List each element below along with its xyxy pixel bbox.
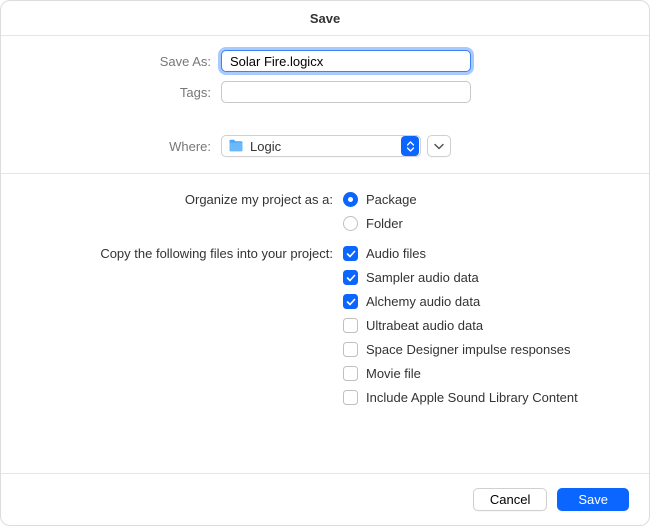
save-as-label: Save As: <box>21 54 221 69</box>
copy-label: Copy the following files into your proje… <box>21 246 343 261</box>
checkbox-movie-file-label: Movie file <box>366 366 421 381</box>
save-as-input[interactable] <box>221 50 471 72</box>
folder-icon <box>228 139 244 153</box>
checkbox-space-designer[interactable] <box>343 342 358 357</box>
where-value: Logic <box>250 139 400 154</box>
checkbox-movie-file[interactable] <box>343 366 358 381</box>
tags-input[interactable] <box>221 81 471 103</box>
tags-label: Tags: <box>21 85 221 100</box>
cancel-button[interactable]: Cancel <box>473 488 547 511</box>
checkbox-sampler-audio-label: Sampler audio data <box>366 270 479 285</box>
checkbox-alchemy-audio-label: Alchemy audio data <box>366 294 480 309</box>
expand-button[interactable] <box>427 135 451 157</box>
dialog-title: Save <box>1 1 649 36</box>
checkbox-audio-files[interactable] <box>343 246 358 261</box>
checkbox-apple-sound-library[interactable] <box>343 390 358 405</box>
radio-folder-label: Folder <box>366 216 403 231</box>
radio-package[interactable] <box>343 192 358 207</box>
checkbox-audio-files-label: Audio files <box>366 246 426 261</box>
radio-package-label: Package <box>366 192 417 207</box>
where-select[interactable]: Logic <box>221 135 421 157</box>
radio-folder[interactable] <box>343 216 358 231</box>
checkbox-ultrabeat-audio-label: Ultrabeat audio data <box>366 318 483 333</box>
save-button[interactable]: Save <box>557 488 629 511</box>
checkbox-alchemy-audio[interactable] <box>343 294 358 309</box>
chevron-down-icon <box>434 143 444 150</box>
where-label: Where: <box>21 139 221 154</box>
checkbox-ultrabeat-audio[interactable] <box>343 318 358 333</box>
organize-label: Organize my project as a: <box>21 192 343 207</box>
updown-icon <box>401 136 419 156</box>
checkbox-apple-sound-library-label: Include Apple Sound Library Content <box>366 390 578 405</box>
checkbox-sampler-audio[interactable] <box>343 270 358 285</box>
checkbox-space-designer-label: Space Designer impulse responses <box>366 342 571 357</box>
